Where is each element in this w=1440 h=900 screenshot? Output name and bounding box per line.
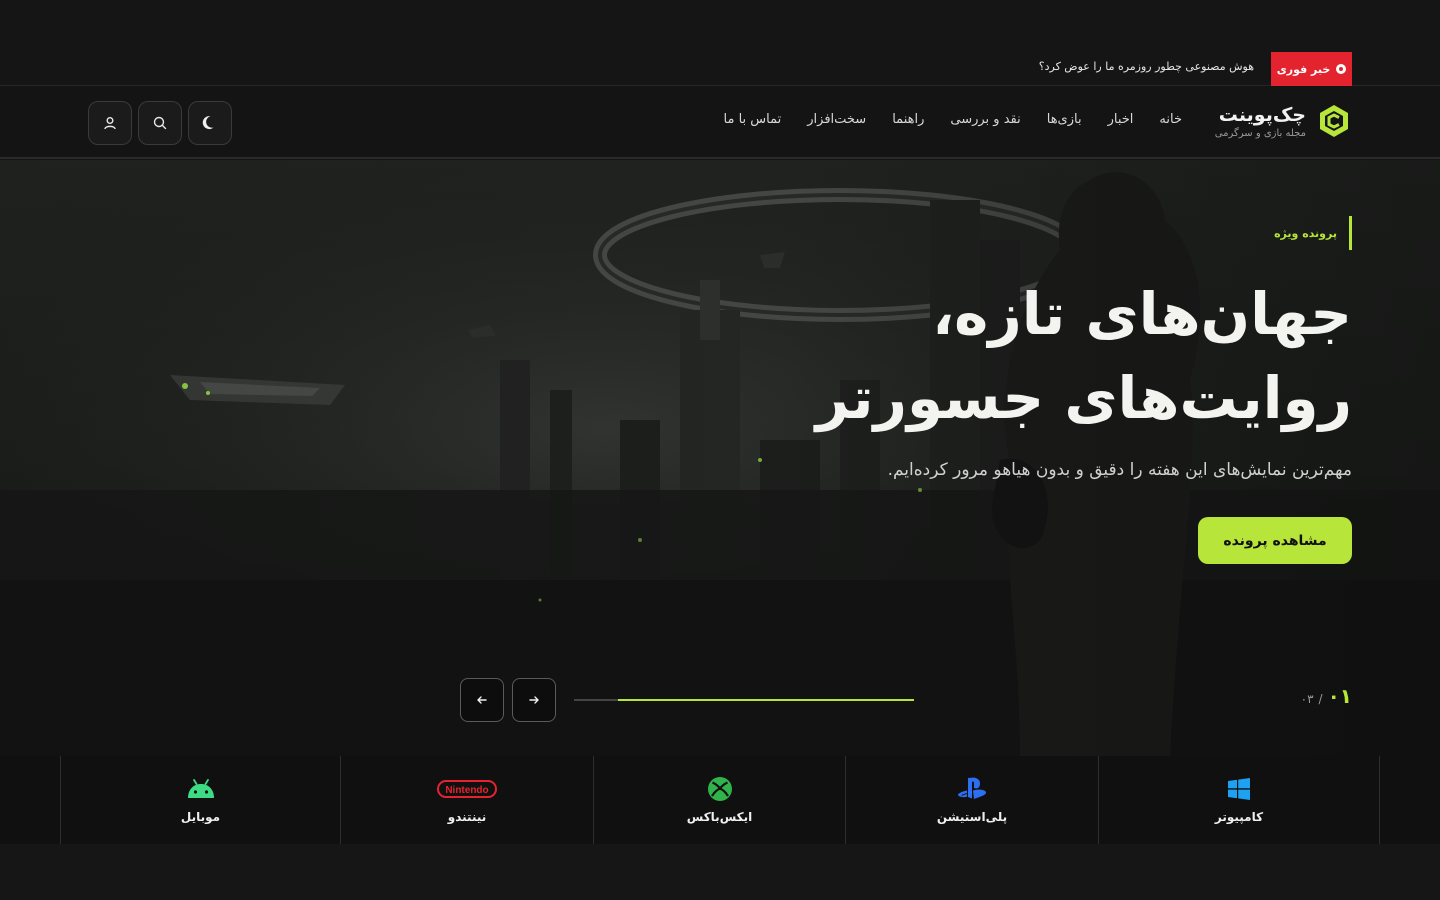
platform-label: کامپیوتر	[1214, 810, 1264, 824]
user-icon	[104, 117, 116, 130]
nintendo-icon: Nintendo	[437, 780, 497, 798]
breaking-badge-label: خبر فوری	[1276, 62, 1331, 76]
site-logo[interactable]: چک‌پوینت مجله بازی و سرگرمی	[1215, 103, 1352, 139]
slide-current: ۰۱	[1327, 684, 1352, 708]
platforms-bar: کامپیوتر پلی‌استیشن ایکس‌باکس Nintendo	[0, 756, 1440, 844]
search-button[interactable]	[138, 101, 182, 145]
prev-slide-button[interactable]	[460, 678, 504, 722]
hero-image	[0, 160, 1440, 756]
platform-label: ایکس‌باکس	[686, 810, 753, 824]
next-slide-button[interactable]	[512, 678, 556, 722]
hero-slider: پرونده ویژه جهان‌های تازه، روایت‌های جسو…	[0, 160, 1440, 756]
platform-mobile[interactable]: موبایل	[60, 756, 340, 844]
windows-icon	[1228, 778, 1250, 800]
header-actions	[88, 101, 232, 145]
nav-games[interactable]: بازی‌ها	[1047, 112, 1082, 127]
platform-nintendo[interactable]: Nintendo نینتندو	[340, 756, 593, 844]
hero-title-line-1: جهان‌های تازه،	[932, 280, 1352, 348]
xbox-icon	[707, 777, 732, 801]
slide-total: ۰۳	[1300, 692, 1314, 706]
live-dot-icon	[1336, 64, 1347, 74]
nav-guides[interactable]: راهنما	[892, 112, 924, 127]
nav-reviews[interactable]: نقد و بررسی	[950, 112, 1020, 127]
nav-home[interactable]: خانه	[1159, 112, 1182, 127]
site-header: چک‌پوینت مجله بازی و سرگرمی خانه اخبار ب…	[0, 87, 1440, 159]
slide-counter: ۰۱ / ۰۳	[1301, 684, 1352, 708]
hero-title-line-2: روایت‌های جسورتر	[815, 364, 1352, 432]
hero-description: مهم‌ترین نمایش‌های این هفته را دقیق و بد…	[887, 460, 1352, 480]
brand-name: چک‌پوینت	[1218, 103, 1306, 126]
hero-title: جهان‌های تازه، روایت‌های جسورتر	[732, 272, 1352, 440]
platform-playstation[interactable]: پلی‌استیشن	[845, 756, 1098, 844]
brand-tagline: مجله بازی و سرگرمی	[1214, 127, 1306, 139]
slide-progress-bar	[574, 699, 914, 701]
breaking-news-bar: خبر فوری هوش مصنوعی چطور روزمره ما را عو…	[0, 0, 1440, 86]
playstation-icon	[958, 777, 986, 799]
nav-news[interactable]: اخبار	[1108, 112, 1134, 127]
platform-xbox[interactable]: ایکس‌باکس	[593, 756, 845, 844]
slide-progress-fill	[618, 699, 914, 701]
moon-icon	[202, 116, 214, 130]
logo-icon	[1320, 105, 1348, 137]
theme-toggle-button[interactable]	[188, 101, 232, 145]
platform-label: پلی‌استیشن	[936, 810, 1008, 824]
breaking-headline[interactable]: هوش مصنوعی چطور روزمره ما را عوض کرد؟	[1039, 60, 1254, 73]
android-icon	[187, 779, 214, 798]
nav-contact[interactable]: تماس با ما	[724, 112, 782, 127]
nintendo-logo-text: Nintendo	[445, 785, 488, 796]
page-footer-area	[0, 844, 1440, 900]
platform-label: موبایل	[180, 810, 221, 824]
hero-tag: پرونده ویژه	[1274, 216, 1352, 250]
platform-pc[interactable]: کامپیوتر	[1098, 756, 1380, 844]
arrow-right-icon	[529, 696, 539, 704]
slide-separator: /	[1318, 692, 1323, 706]
nav-hardware[interactable]: سخت‌افزار	[807, 112, 866, 127]
search-icon	[153, 116, 167, 130]
account-button[interactable]	[88, 101, 132, 145]
breaking-badge[interactable]: خبر فوری	[1271, 52, 1352, 86]
main-nav: خانه اخبار بازی‌ها نقد و بررسی راهنما سخ…	[724, 112, 1182, 127]
platform-label: نینتندو	[447, 810, 487, 824]
view-feature-button[interactable]: مشاهده پرونده	[1198, 517, 1352, 564]
arrow-left-icon	[477, 696, 487, 704]
